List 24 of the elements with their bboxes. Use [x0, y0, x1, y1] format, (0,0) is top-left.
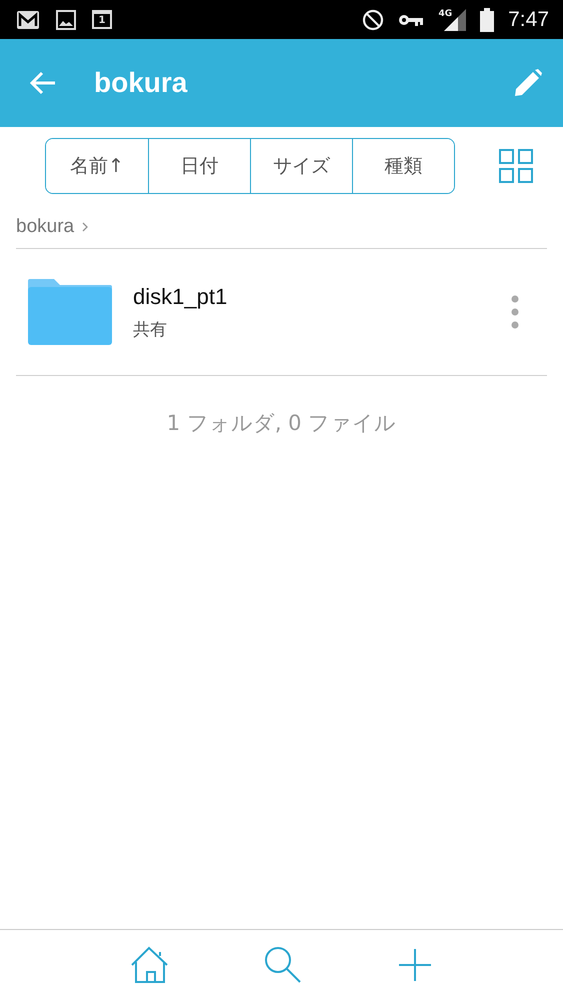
image-icon [56, 10, 76, 30]
folder-icon [28, 279, 112, 345]
add-icon[interactable] [398, 948, 432, 982]
network-label: 4G [438, 8, 452, 18]
sort-button[interactable]: 種類 [352, 139, 454, 193]
item-name: disk1_pt1 [133, 284, 228, 310]
grid-view-icon[interactable] [499, 149, 533, 183]
more-options-icon[interactable] [511, 295, 519, 329]
mail-icon [16, 10, 40, 30]
battery-icon [480, 8, 494, 32]
item-count: 1 フォルダ, 0 ファイル [166, 410, 398, 437]
file-list-item[interactable]: disk1_pt1 共有 [16, 249, 547, 376]
key-icon [398, 12, 424, 26]
breadcrumb-item[interactable]: bokura [16, 216, 74, 238]
calendar-icon: 1 [92, 10, 112, 29]
search-icon[interactable] [264, 946, 302, 984]
back-arrow-icon[interactable] [30, 71, 56, 95]
do-not-disturb-icon [362, 8, 384, 30]
clock: 7:47 [508, 8, 549, 32]
chevron-icon [82, 222, 88, 232]
pencil-icon[interactable] [513, 68, 543, 98]
item-subtitle: 共有 [133, 318, 168, 340]
home-icon[interactable] [130, 946, 169, 984]
screen-title: bokura [94, 67, 188, 99]
